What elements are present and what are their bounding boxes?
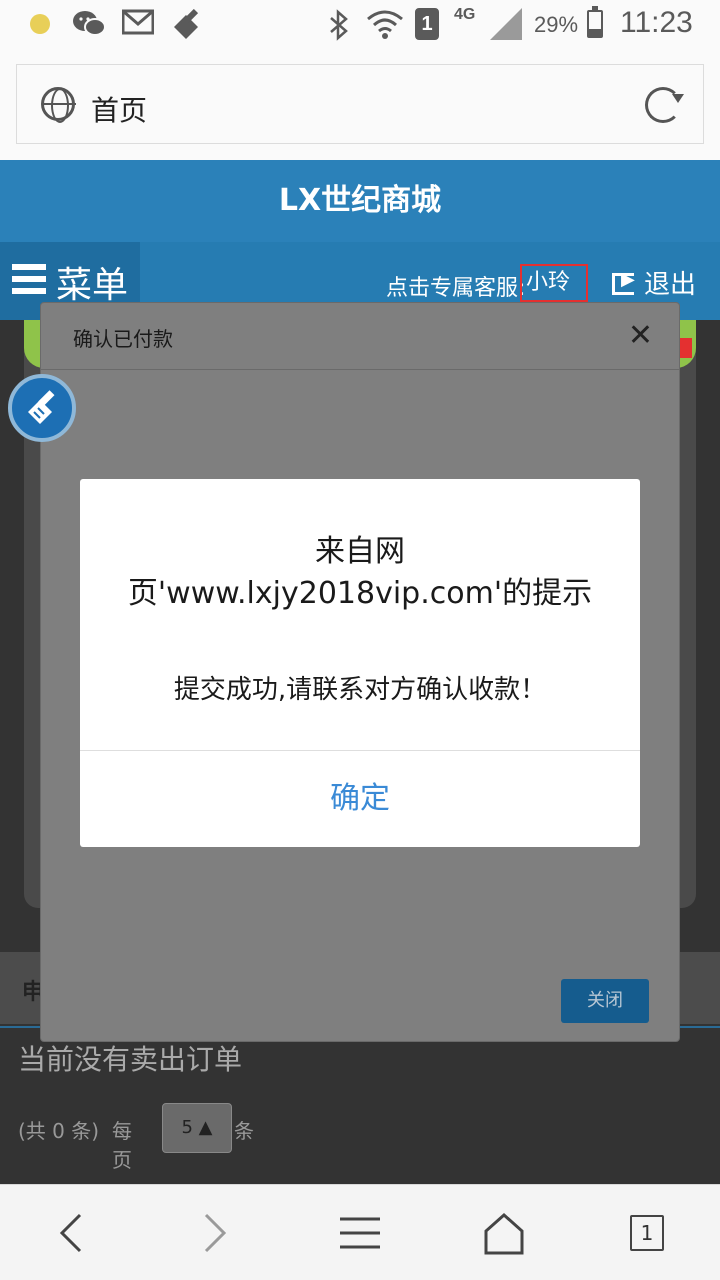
alert-title: 来自网页'www.lxjy2018vip.com'的提示: [127, 534, 593, 611]
per-page-value: 5: [181, 1117, 193, 1138]
service-agent-link[interactable]: 小玲: [520, 264, 588, 302]
per-page-unit: 条: [234, 1119, 254, 1143]
brush-icon: [28, 390, 55, 424]
wifi-icon: [366, 9, 404, 48]
battery-percent: 29%: [534, 12, 579, 37]
network-type: 4G: [454, 6, 476, 23]
menu-label: 菜单: [56, 265, 129, 306]
reload-icon[interactable]: [645, 87, 684, 123]
mail-icon: [121, 9, 155, 42]
service-prompt: 点击专属客服:: [386, 276, 526, 301]
alert-dialog: 来自网页'www.lxjy2018vip.com'的提示 提交成功,请联系对方确…: [80, 479, 640, 847]
alert-message: 提交成功,请联系对方确认收款！: [173, 675, 547, 705]
address-bar[interactable]: 首页: [16, 64, 704, 144]
wechat-icon: [72, 9, 106, 46]
sim-slot-icon: 1: [415, 8, 439, 40]
modal-title: 确认已付款: [73, 327, 173, 351]
page-title[interactable]: 首页: [91, 89, 147, 129]
battery-level: [589, 29, 601, 36]
tabs-count-button[interactable]: 1: [630, 1215, 664, 1251]
forward-icon[interactable]: [200, 1211, 230, 1255]
globe-icon: [41, 87, 76, 123]
menu-icon[interactable]: [340, 1211, 380, 1255]
hamburger-icon: [12, 264, 46, 294]
alert-ok-button[interactable]: 确定: [80, 751, 640, 847]
floating-brush-button[interactable]: [8, 374, 76, 442]
clock: 11:23: [620, 6, 693, 39]
per-page-select[interactable]: 5 ▲: [162, 1103, 232, 1153]
modal-divider: [41, 369, 679, 370]
bluetooth-icon: [328, 9, 350, 48]
empty-orders-message: 当前没有卖出订单: [18, 1043, 243, 1076]
modal-close-button[interactable]: 关闭: [561, 979, 649, 1023]
status-bar: 1 4G 29% 11:23: [0, 0, 720, 50]
back-icon[interactable]: [56, 1211, 86, 1255]
brush-icon: [170, 8, 204, 46]
total-count: (共 0 条): [18, 1119, 100, 1143]
logout-button[interactable]: 退出: [611, 264, 696, 301]
home-icon[interactable]: [484, 1211, 524, 1255]
logout-label: 退出: [643, 270, 696, 300]
battery-icon: [587, 6, 603, 38]
signal-icon: [490, 8, 522, 40]
caret-up-icon: ▲: [198, 1117, 213, 1138]
circle-dot-icon: [30, 14, 50, 34]
per-page-label: 每页: [112, 1119, 132, 1172]
close-icon[interactable]: ✕: [628, 319, 653, 353]
site-title: LX世纪商城: [0, 160, 720, 242]
browser-bottom-bar: 1: [0, 1184, 720, 1280]
sign-out-icon: [611, 269, 635, 295]
